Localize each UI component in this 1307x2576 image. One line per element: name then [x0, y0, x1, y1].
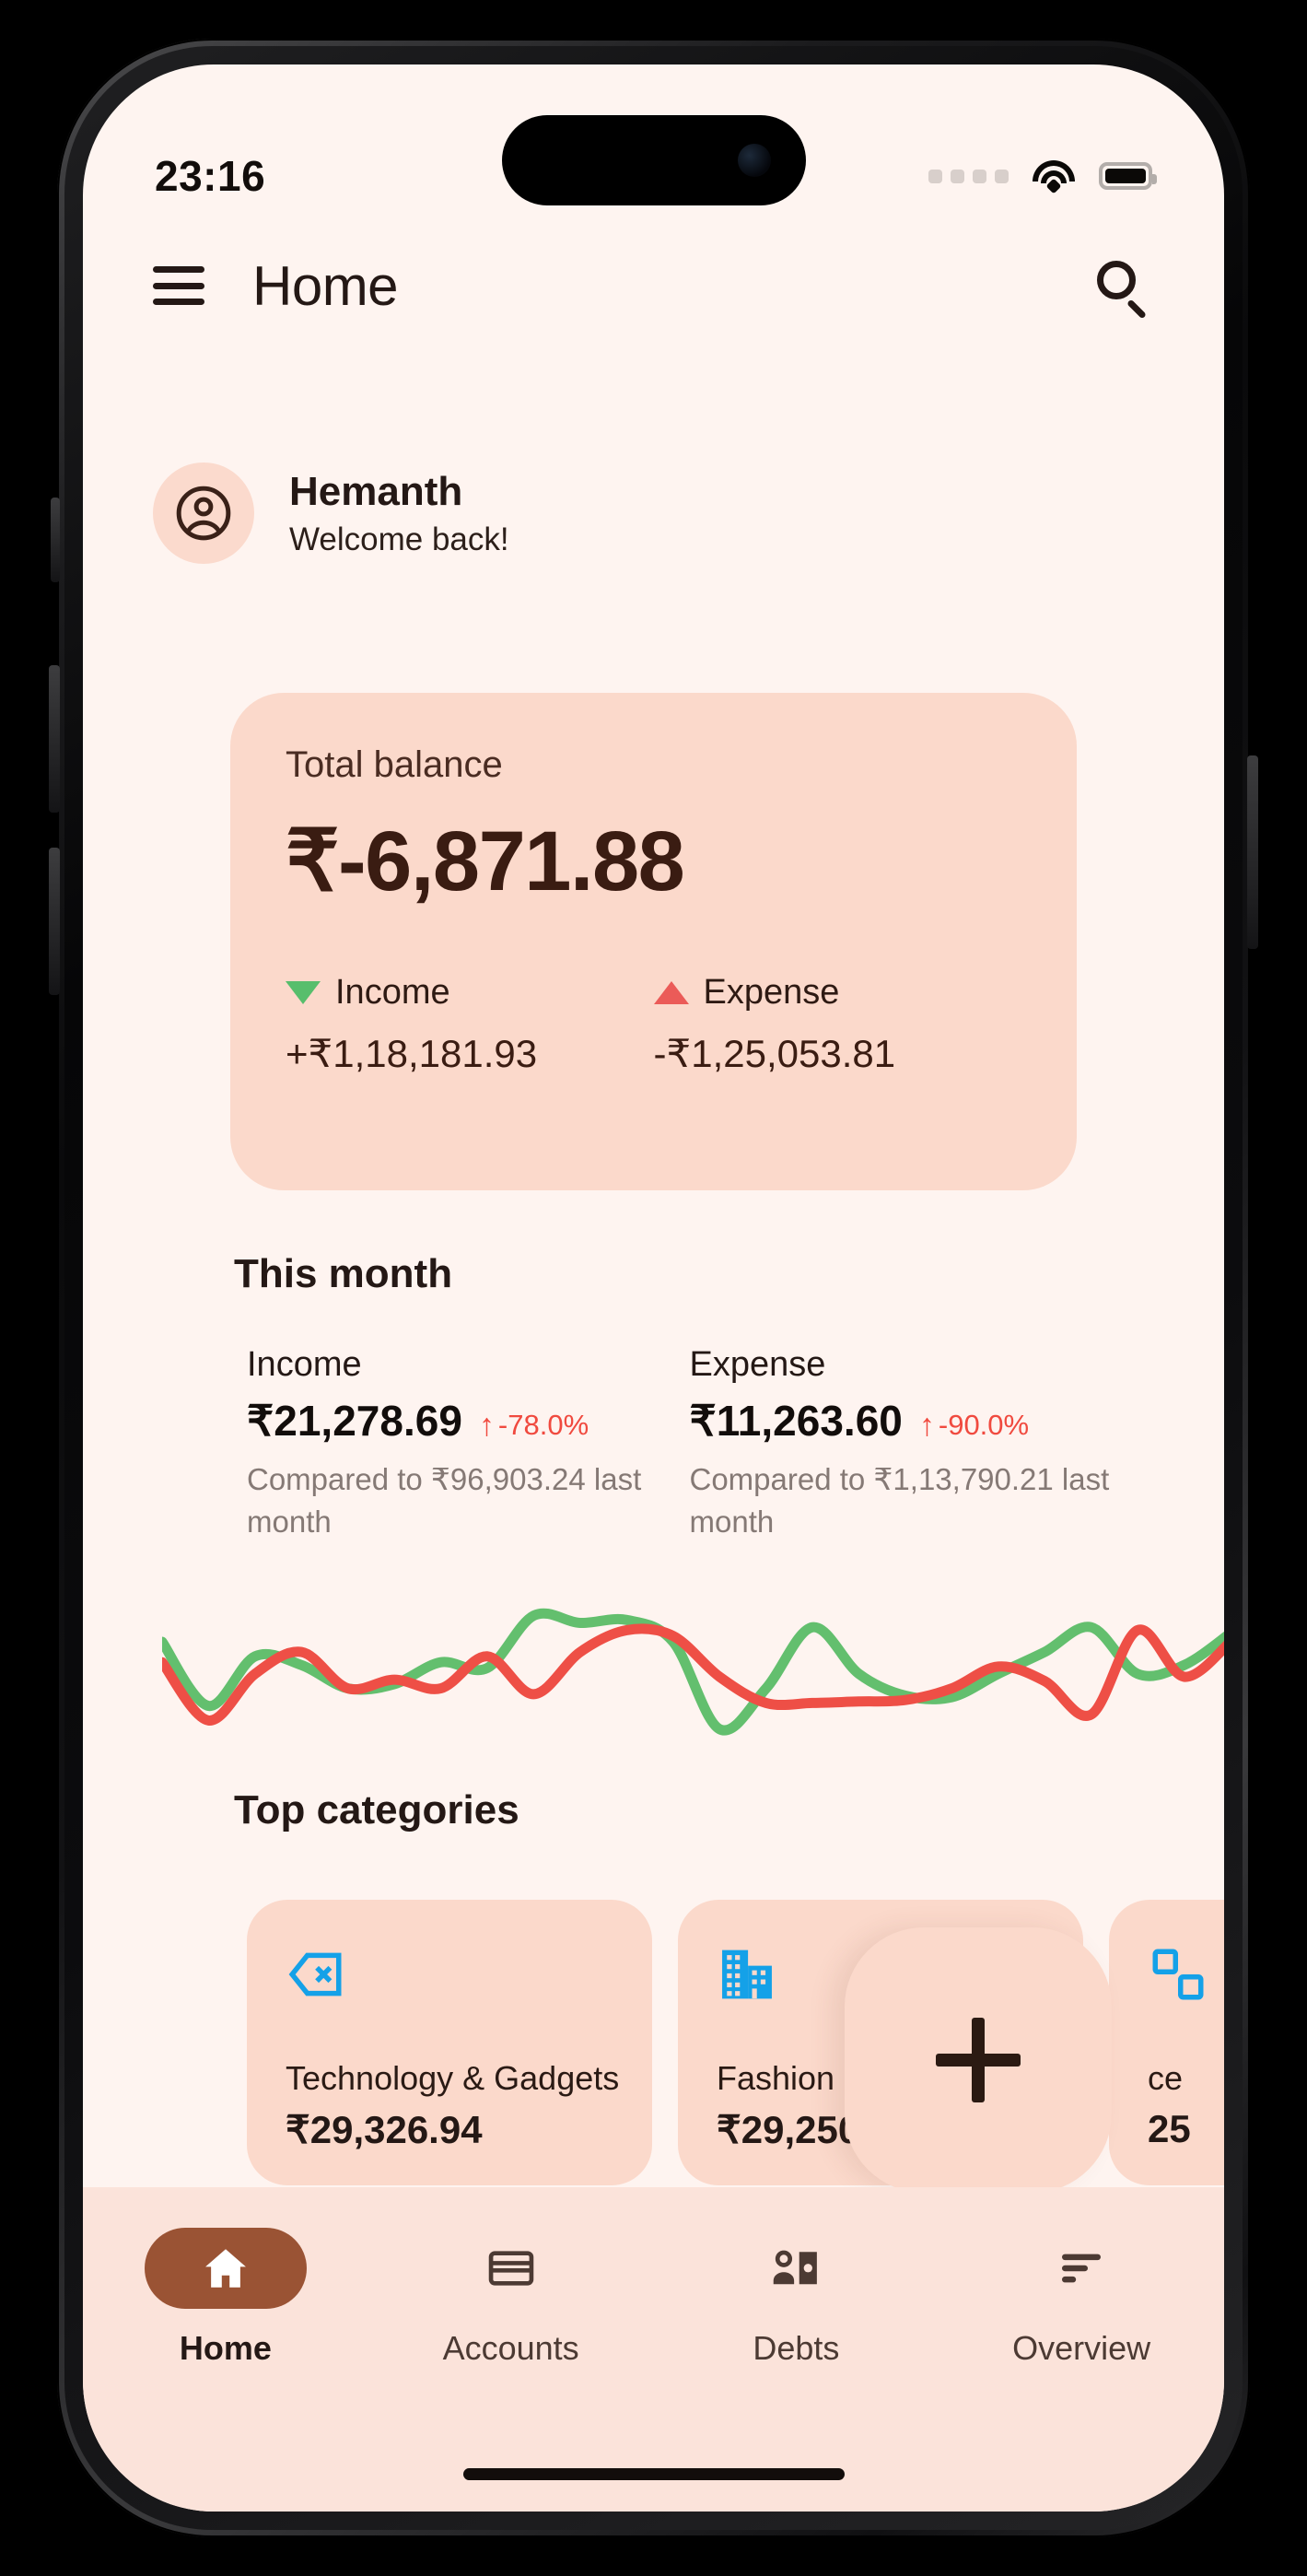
nav-label-debts: Debts: [753, 2329, 840, 2367]
avatar[interactable]: [153, 463, 254, 564]
balance-label: Total balance: [286, 744, 503, 785]
balance-income-block: Income +₹1,18,181.93: [286, 973, 654, 1076]
person-money-icon: [774, 2250, 818, 2285]
category-amount: ₹29,326.94: [286, 2108, 483, 2151]
home-indicator[interactable]: [462, 2468, 845, 2480]
page-title: Home: [252, 254, 399, 317]
income-expense-sparkline: [162, 1572, 1224, 1747]
wifi-icon: [1033, 160, 1075, 194]
dynamic-island: [501, 115, 806, 205]
nav-pill: [1000, 2228, 1162, 2309]
nav-item-home[interactable]: Home: [83, 2228, 368, 2368]
stat-expense-amount: ₹11,263.60: [689, 1397, 903, 1445]
user-circle-icon: [176, 486, 231, 541]
arrow-up-icon: ↑: [478, 1408, 495, 1443]
this-month-title: This month: [234, 1251, 453, 1296]
screenshot-stage: 23:16 Home Hemanth Welcome back! Total b…: [0, 0, 1307, 2576]
category-name: ce: [1148, 2059, 1184, 2097]
stat-income-delta: ↑ -78.0%: [479, 1409, 589, 1442]
home-icon: [204, 2249, 246, 2288]
nav-active-pill: [144, 2228, 307, 2309]
category-card[interactable]: Technology & Gadgets ₹29,326.94: [247, 1900, 652, 2185]
plus-icon: [936, 2018, 1021, 2102]
total-balance-card[interactable]: Total balance ₹-6,871.88 Income +₹1,18,1…: [230, 693, 1077, 1190]
search-icon[interactable]: [1090, 253, 1154, 320]
silent-switch[interactable]: [51, 498, 60, 582]
nav-item-overview[interactable]: Overview: [939, 2228, 1224, 2368]
nav-label-accounts: Accounts: [442, 2329, 579, 2367]
stat-income: Income ₹21,278.69 ↑ -78.0% Compared to ₹…: [247, 1345, 690, 1542]
nav-pill: [430, 2228, 592, 2309]
hamburger-menu-icon[interactable]: [153, 266, 204, 305]
app-header: Home: [83, 227, 1224, 345]
category-icon: [1152, 1949, 1204, 2000]
nav-label-overview: Overview: [1012, 2329, 1151, 2367]
triangle-down-icon: [286, 981, 321, 1004]
stat-income-amount: ₹21,278.69: [247, 1397, 462, 1445]
category-amount: 25: [1148, 2107, 1191, 2150]
category-card[interactable]: ce 25: [1109, 1900, 1224, 2185]
volume-down-button[interactable]: [49, 848, 60, 995]
stat-expense-comparison: Compared to ₹1,13,790.21 last month: [689, 1462, 1110, 1539]
add-transaction-fab[interactable]: [845, 1927, 1112, 2193]
balance-expense-block: Expense -₹1,25,053.81: [653, 973, 1022, 1076]
phone-screen: 23:16 Home Hemanth Welcome back! Total b…: [83, 64, 1224, 2512]
profile-greeting: Welcome back!: [289, 521, 509, 557]
balance-income-label: Income: [335, 973, 450, 1012]
category-name: Technology & Gadgets: [286, 2059, 620, 2097]
balance-income-value: +₹1,18,181.93: [286, 1032, 538, 1075]
balance-expense-label: Expense: [703, 973, 840, 1012]
bottom-navigation: Home Accounts Debts Overview: [83, 2187, 1224, 2512]
balance-expense-value: -₹1,25,053.81: [653, 1032, 896, 1075]
profile-row[interactable]: Hemanth Welcome back!: [153, 463, 1154, 564]
nav-label-home: Home: [179, 2329, 272, 2367]
top-categories-title: Top categories: [234, 1787, 519, 1832]
stat-income-delta-value: -78.0%: [497, 1409, 589, 1441]
stat-income-comparison: Compared to ₹96,903.24 last month: [247, 1462, 642, 1539]
nav-item-accounts[interactable]: Accounts: [368, 2228, 654, 2368]
backspace-delete-icon: [288, 1952, 342, 1996]
battery-icon: [1099, 162, 1157, 190]
cellular-dots-icon: [928, 169, 1009, 183]
volume-up-button[interactable]: [49, 665, 60, 813]
stat-expense-delta: ↑ -90.0%: [919, 1409, 1029, 1442]
profile-name: Hemanth: [289, 469, 463, 515]
stat-income-label: Income: [247, 1345, 362, 1384]
nav-item-debts[interactable]: Debts: [654, 2228, 939, 2368]
office-building-icon: [722, 1950, 772, 1999]
this-month-stats: Income ₹21,278.69 ↑ -78.0% Compared to ₹…: [247, 1345, 1132, 1542]
stat-expense-delta-value: -90.0%: [938, 1409, 1030, 1441]
balance-amount: ₹-6,871.88: [286, 814, 685, 908]
status-time: 23:16: [155, 152, 266, 200]
stat-expense-label: Expense: [689, 1345, 826, 1384]
nav-pill: [715, 2228, 877, 2309]
stat-expense: Expense ₹11,263.60 ↑ -90.0% Compared to …: [690, 1345, 1133, 1542]
credit-card-icon: [488, 2251, 533, 2286]
power-button[interactable]: [1247, 755, 1258, 949]
triangle-up-icon: [653, 981, 689, 1004]
bars-overview-icon: [1062, 2254, 1102, 2283]
arrow-up-icon: ↑: [918, 1408, 935, 1443]
